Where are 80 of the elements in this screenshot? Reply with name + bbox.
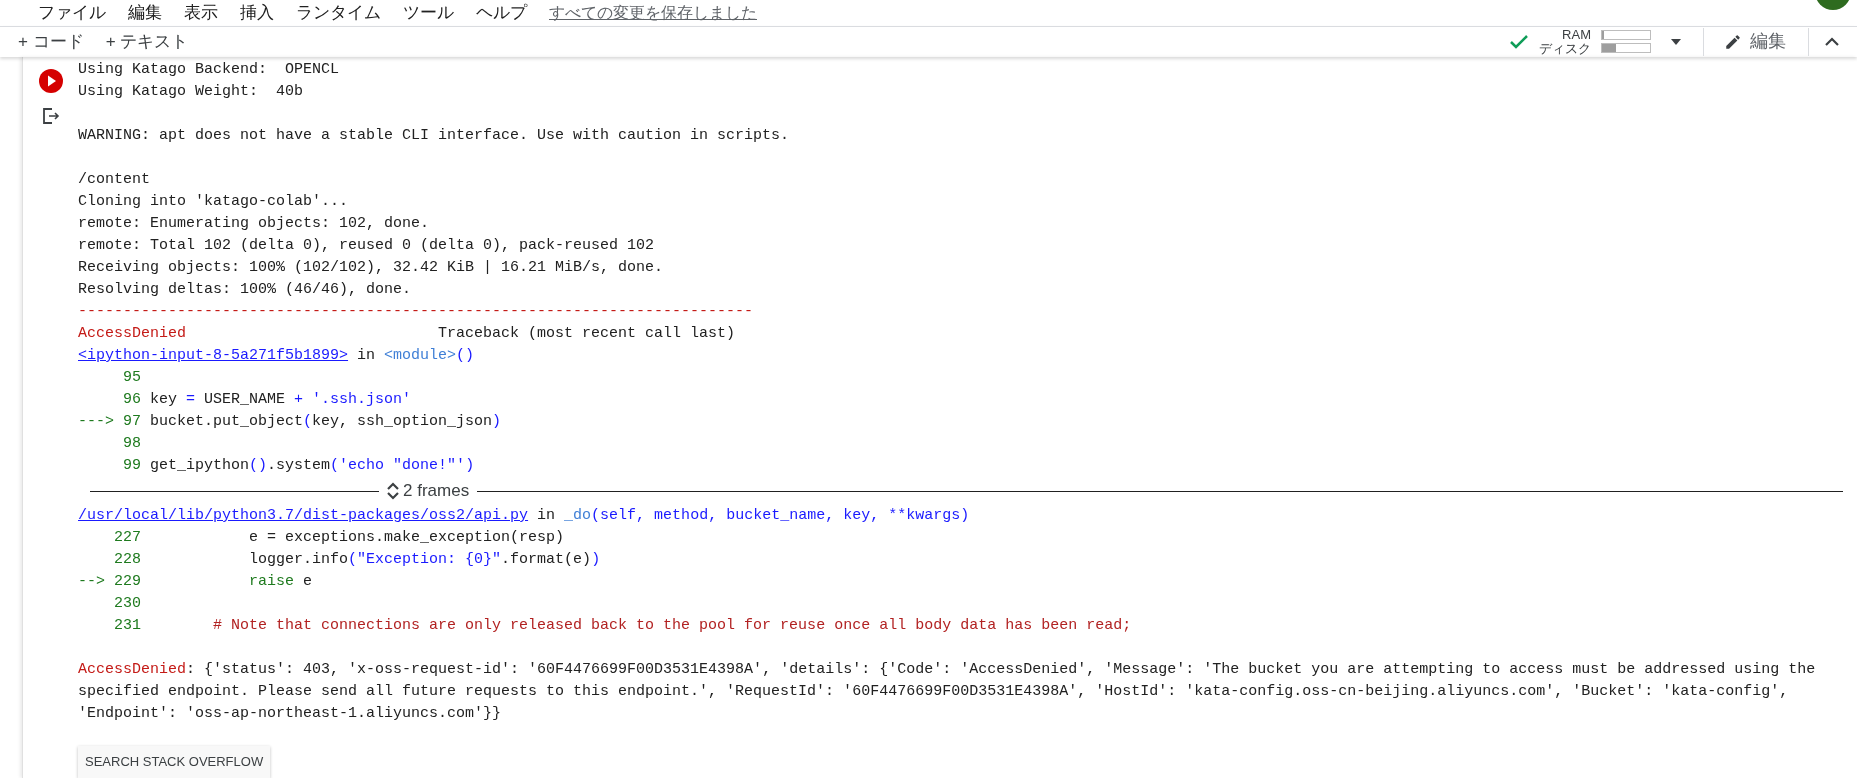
output-text: 'Endpoint': 'oss-ap-northeast-1.aliyuncs.com'}} <box>78 704 502 724</box>
file-link[interactable]: <ipython-input-8-5a271f5b1899> <box>78 345 349 367</box>
output-text: in <box>536 506 557 526</box>
output-text: Cloning into 'katago-colab'... <box>78 192 349 212</box>
output-text: key <box>150 390 179 410</box>
output-text: Receiving objects: 100% (102/102), 32.42 KiB | 16.21 MiB/s, done. <box>78 258 664 278</box>
output-text: 98 <box>122 434 141 454</box>
output-text: 96 <box>122 390 142 410</box>
output-text: e = exceptions.make_exception(resp) <box>248 528 565 548</box>
output-text: "Exception: {0}" <box>357 550 502 570</box>
output-text: <module> <box>384 346 457 366</box>
resource-label: ディスク <box>1539 41 1591 56</box>
output-text: 95 <box>122 368 141 388</box>
expand-icon <box>387 481 399 501</box>
output-text: ) <box>492 412 502 432</box>
output-text: logger.info <box>248 550 349 570</box>
output-text: 231 <box>113 616 141 636</box>
output-text: () <box>456 346 475 366</box>
output-text: Traceback (most recent call last) <box>437 324 736 344</box>
output-text: in <box>356 346 377 366</box>
output-text: USER_NAME <box>203 390 287 410</box>
output-text: : {'status': 403, 'x-oss-request-id': '60F4476699F00D3531E4398A', 'details': {'Code': 'AccessDenied', 'Message': 'The bucket you are attempting to access must be addressed using the <box>186 660 1816 680</box>
edit-button[interactable]: 編集 <box>1724 28 1786 56</box>
output-text: _do <box>564 506 592 526</box>
output-text: '.ssh.json' <box>311 390 412 410</box>
menu-item[interactable]: ヘルプ <box>476 0 527 26</box>
output-text: Resolving deltas: 100% (46/46), done. <box>78 280 412 300</box>
add-cell-button[interactable]: + コード <box>18 29 84 55</box>
output-text: WARNING: apt does not have a stable CLI interface. Use with caution in scripts. <box>78 126 790 146</box>
output-text: --> 229 <box>78 572 141 592</box>
output-text: (self, method, bucket_name, key, **kwargs) <box>591 506 970 526</box>
output-text: key, ssh_option_json <box>312 412 493 432</box>
output-text: ( <box>330 456 340 476</box>
resource-label: RAM <box>1562 27 1591 42</box>
output-text: Using Katago Backend: OPENCL <box>78 60 340 80</box>
output-text: ) <box>591 550 601 570</box>
play-button-icon[interactable] <box>38 69 63 93</box>
output-text: AccessDenied <box>78 660 187 680</box>
output-text: get_ipython <box>150 456 250 476</box>
menu-item[interactable]: 表示 <box>184 0 218 26</box>
output-text: bucket.put_object <box>150 412 304 432</box>
pencil-icon <box>1724 32 1742 51</box>
output-text: specified endpoint. Please send all future requests to this endpoint.', 'RequestId': '60F4476699F00D3531E4398A', 'HostId': 'kata-config.oss-cn-beijing.aliyuncs.com', 'Bucket': 'kata-config', <box>78 682 1789 702</box>
output-text: ( <box>348 550 358 570</box>
chevron-up-icon[interactable] <box>1825 37 1839 47</box>
menu-item[interactable]: 編集 <box>128 0 162 26</box>
output-text: remote: Total 102 (delta 0), reused 0 (delta 0), pack-reused 102 <box>78 236 655 256</box>
output-text: e <box>302 572 313 592</box>
output-text: ( <box>303 412 313 432</box>
output-text: + <box>294 390 304 410</box>
frames-toggle[interactable]: 2 frames <box>387 480 470 502</box>
output-text: 228 <box>113 550 141 570</box>
output-text: = <box>186 390 196 410</box>
save-status-link[interactable]: すべての変更を保存しました <box>549 0 757 25</box>
search-stack-overflow-button[interactable]: SEARCH STACK OVERFLOW <box>78 746 271 778</box>
output-text: 230 <box>113 594 141 614</box>
menu-item[interactable]: ランタイム <box>296 0 381 26</box>
menu-item[interactable]: ツール <box>403 0 454 26</box>
add-cell-button[interactable]: + テキスト <box>105 29 189 55</box>
output-text: remote: Enumerating objects: 102, done. <box>78 214 430 234</box>
output-text: 227 <box>113 528 141 548</box>
output-text: ---> 97 <box>78 412 142 432</box>
output-text: .format(e) <box>501 550 592 570</box>
output-text: --------------------------------------------------------------------------- <box>78 302 754 322</box>
output-text: AccessDenied <box>78 324 187 344</box>
output-icon[interactable] <box>41 107 60 125</box>
output-text: Using Katago Weight: 40b <box>78 82 304 102</box>
output-text: /content <box>78 170 150 190</box>
output-text: ) <box>465 456 475 476</box>
file-link[interactable]: /usr/local/lib/python3.7/dist-packages/oss2/api.py <box>78 505 529 527</box>
menu-item[interactable]: ファイル <box>38 0 106 26</box>
output-text: # Note that connections are only released back to the pool for reuse once all body data has been read; <box>212 616 1132 636</box>
check-icon <box>1509 33 1529 50</box>
output-text: () <box>249 456 268 476</box>
output-text: .system <box>267 456 331 476</box>
output-text: 'echo "done!"' <box>339 456 466 476</box>
output-text: raise <box>248 572 295 592</box>
menu-item[interactable]: 挿入 <box>240 0 274 26</box>
dropdown-caret-icon[interactable] <box>1671 38 1681 45</box>
output-text: 99 <box>122 456 142 476</box>
